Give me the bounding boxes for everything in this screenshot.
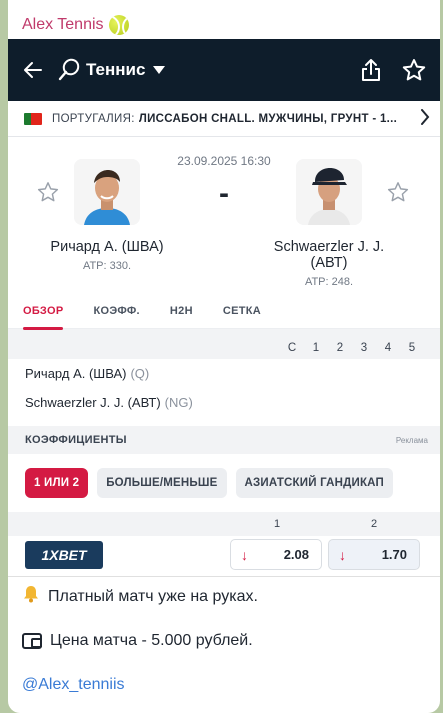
divider [8, 329, 440, 337]
player1-block[interactable]: Ричард А. (ШВА) ATP: 330. [32, 159, 182, 272]
bet-type-over-under[interactable]: БОЛЬШЕ/МЕНЬШЕ [97, 468, 227, 498]
score-col-4: 4 [384, 342, 392, 354]
tab-h2h[interactable]: H2H [170, 289, 193, 329]
odds-section-title: КОЭФФИЦИЕНТЫ [25, 434, 127, 446]
odd-value-1: 2.08 [283, 547, 309, 562]
score-col-3: 3 [360, 342, 368, 354]
tab-odds[interactable]: КОЭФФ. [93, 289, 139, 329]
score-table-header: С 1 2 3 4 5 [8, 337, 440, 359]
chevron-right-icon[interactable] [420, 109, 430, 128]
score-row: Ричард А. (ШВА) (Q) [8, 359, 440, 388]
score-col-1: 1 [312, 342, 320, 354]
player1-name[interactable]: Ричард А. (ШВА) [32, 239, 182, 255]
message-line-2: Цена матча - 5.000 рублей. [22, 629, 426, 652]
player2-photo [296, 159, 362, 225]
screenshot-attachment[interactable]: Теннис ПОРТУГАЛИЯ: ЛИССАБОН CHALL. МУЖЧИ… [8, 39, 440, 576]
sport-title[interactable]: Теннис [86, 60, 145, 80]
bell-icon [22, 585, 40, 608]
tennis-ball-icon [108, 15, 129, 35]
bookmaker-logo[interactable]: 1X BET [25, 541, 103, 569]
score-row-tag: (Q) [130, 366, 150, 381]
league-row[interactable]: ПОРТУГАЛИЯ: ЛИССАБОН CHALL. МУЖЧИНЫ, ГРУ… [8, 101, 440, 137]
odds-col-2: 2 [371, 518, 378, 530]
league-country: ПОРТУГАЛИЯ: [52, 112, 135, 125]
sender-label[interactable]: Alex Tennis [22, 16, 104, 34]
channel-link[interactable]: @Alex_tenniis [22, 673, 426, 696]
chevron-down-icon[interactable] [153, 66, 166, 74]
bet-type-selector: 1 ИЛИ 2 БОЛЬШЕ/МЕНЬШЕ АЗИАТСКИЙ ГАНДИКАП [8, 454, 440, 512]
player2-rank: ATP: 248. [304, 276, 354, 288]
bookmaker-name-2: BET [58, 547, 87, 563]
odds-col-1: 1 [274, 518, 281, 530]
odds-header: 1 2 [8, 512, 440, 536]
sender-name[interactable]: Alex Tennis [8, 0, 440, 39]
score-row-tag: (NG) [164, 395, 193, 410]
match-tabs: ОБЗОР КОЭФФ. H2H СЕТКА [8, 289, 440, 330]
player1-rank: ATP: 330. [82, 260, 132, 272]
favorite-star-icon[interactable] [402, 58, 426, 82]
tennis-racket-icon [58, 58, 80, 82]
arrow-down-icon: ↓ [339, 546, 346, 563]
message-line-1: Платный матч уже на руках. [22, 585, 426, 608]
back-arrow-icon[interactable] [20, 57, 46, 83]
arrow-down-icon: ↓ [241, 546, 248, 563]
score-row-player: Schwaerzler J. J. (AВТ) [25, 395, 161, 410]
message-text-2: Цена матча - 5.000 рублей. [50, 631, 253, 649]
message-bubble: Alex Tennis Теннис ПОРТУГАЛИЯ: ЛИССАБОН … [8, 0, 440, 713]
tab-overview[interactable]: ОБЗОР [23, 289, 64, 330]
score-col-5: 5 [408, 342, 416, 354]
wallet-icon [22, 632, 42, 649]
odds-row: 1X BET ↓ 2.08 ↓ 1.70 [8, 536, 440, 574]
player2-name[interactable]: Schwaerzler J. J. (AВТ) [254, 239, 404, 271]
player2-favorite-star-icon[interactable] [387, 181, 409, 208]
match-header: 23.09.2025 16:30 - Ричард А. (ШВА) ATP: … [8, 137, 440, 289]
odd-value-2: 1.70 [381, 547, 407, 562]
score-col-2: 2 [336, 342, 344, 354]
bookmaker-name-1: 1X [41, 547, 59, 563]
odd-button-1[interactable]: ↓ 2.08 [230, 539, 322, 570]
player1-photo [74, 159, 140, 225]
player2-block[interactable]: Schwaerzler J. J. (AВТ) ATP: 248. [254, 159, 404, 288]
score-row: Schwaerzler J. J. (AВТ) (NG) [8, 388, 440, 417]
score-row-player: Ричард А. (ШВА) [25, 366, 127, 381]
message-text-1: Платный матч уже на руках. [48, 587, 258, 605]
share-icon[interactable] [360, 58, 382, 82]
bet-type-1-or-2[interactable]: 1 ИЛИ 2 [25, 468, 89, 498]
message-text: Платный матч уже на руках. Цена матча - … [8, 576, 440, 696]
odds-section-header: КОЭФФИЦИЕНТЫ Реклама [8, 426, 440, 454]
tab-draw[interactable]: СЕТКА [223, 289, 261, 329]
league-name: ЛИССАБОН CHALL. МУЖЧИНЫ, ГРУНТ - 1... [138, 112, 398, 125]
bet-type-asian-handicap[interactable]: АЗИАТСКИЙ ГАНДИКАП [235, 468, 393, 498]
app-topbar: Теннис [8, 39, 440, 101]
odd-button-2[interactable]: ↓ 1.70 [328, 539, 420, 570]
ad-label: Реклама [395, 435, 428, 445]
score-col-sets: С [287, 342, 297, 354]
portugal-flag-icon [24, 112, 42, 125]
